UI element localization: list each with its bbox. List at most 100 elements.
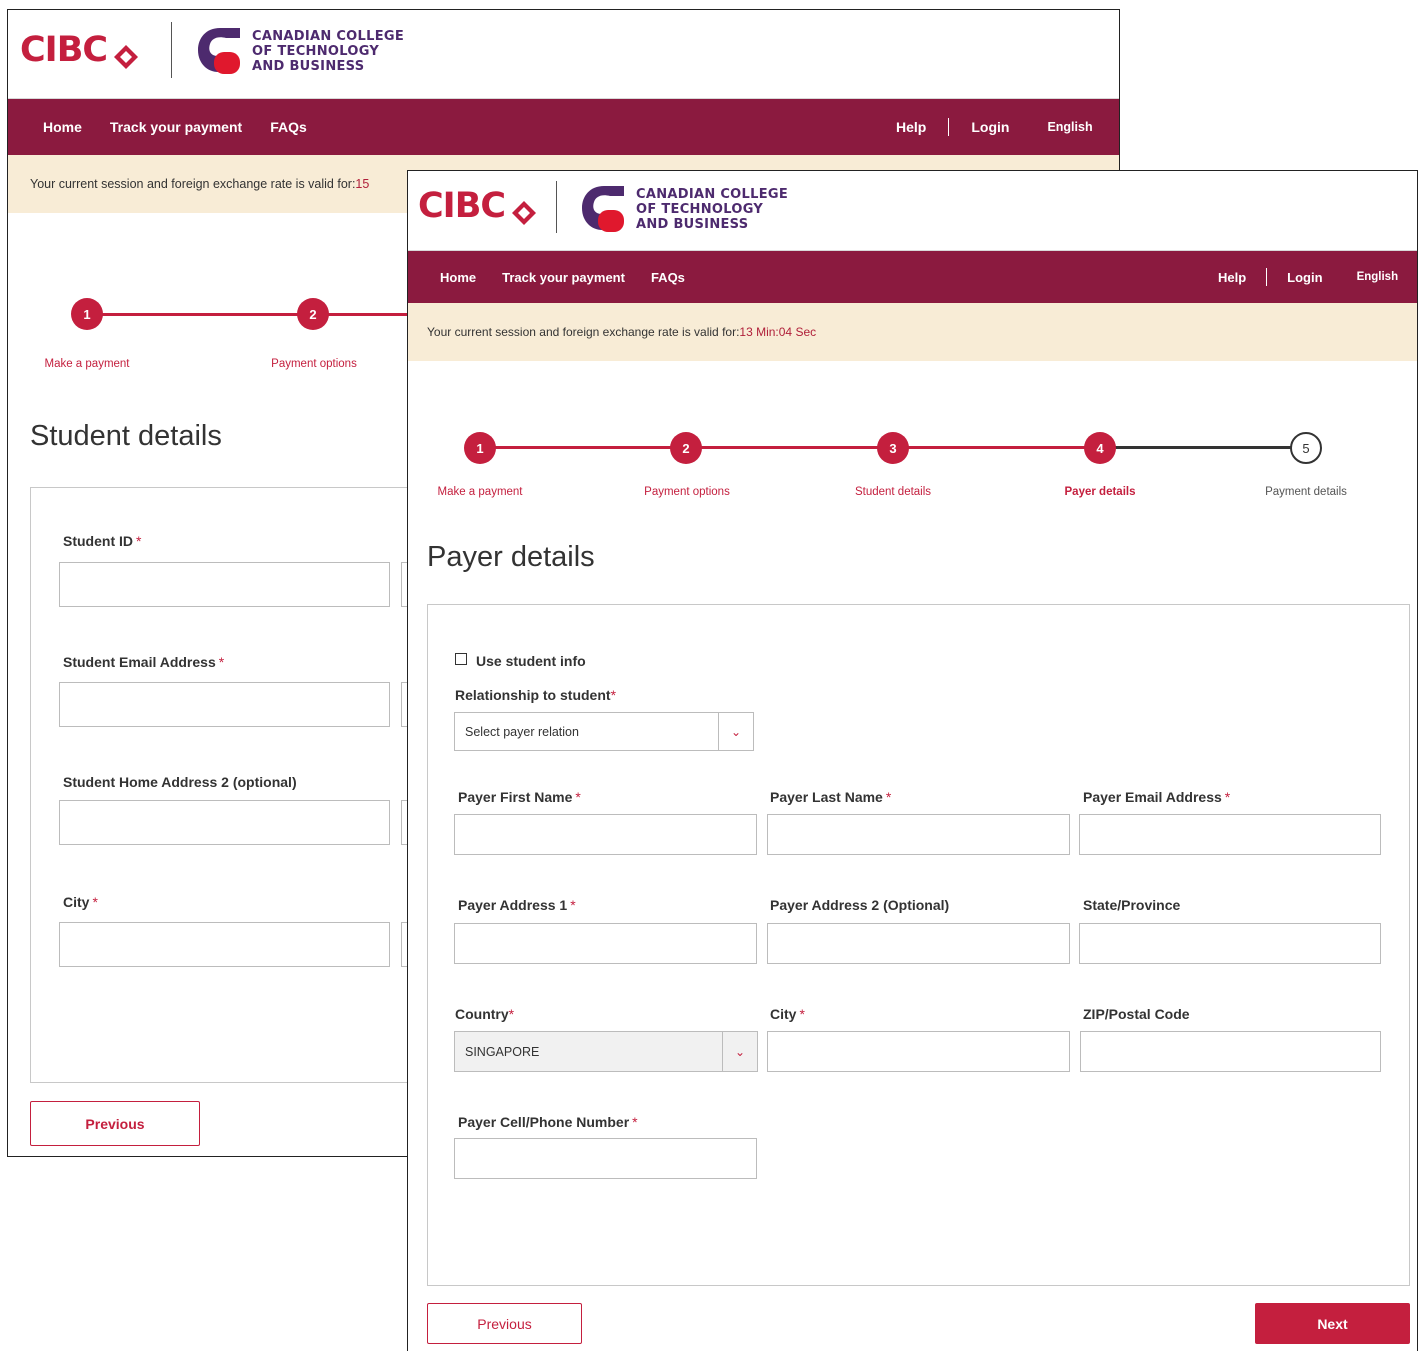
- chevron-down-icon: ⌄: [722, 1032, 757, 1071]
- step-2-circle: 2: [670, 432, 702, 464]
- next-button[interactable]: Next: [1255, 1303, 1410, 1344]
- student-id-label: Student ID *: [63, 533, 142, 549]
- cibc-logo-text: CIBC: [418, 186, 506, 226]
- zip-label: ZIP/Postal Code: [1083, 1006, 1190, 1022]
- session-timer: 15: [355, 177, 370, 191]
- country-select[interactable]: SINGAPORE ⌄: [454, 1031, 758, 1072]
- use-student-info-label[interactable]: Use student info: [476, 653, 586, 669]
- email-input[interactable]: [1079, 814, 1381, 855]
- first-name-input[interactable]: [454, 814, 757, 855]
- college-mark-icon: [580, 184, 626, 234]
- step-1-circle: 1: [71, 298, 103, 330]
- step-2-label: Payment options: [271, 358, 357, 370]
- last-name-label: Payer Last Name *: [770, 789, 892, 805]
- phone-label: Payer Cell/Phone Number *: [458, 1114, 638, 1130]
- state-label: State/Province: [1083, 897, 1181, 913]
- first-name-label: Payer First Name *: [458, 789, 581, 805]
- cibc-diamond-icon: [511, 195, 537, 225]
- nav-home[interactable]: Home: [43, 119, 82, 135]
- session-text: Your current session and foreign exchang…: [30, 177, 356, 191]
- city-label: City *: [770, 1006, 805, 1022]
- step-connector-complete: [480, 446, 1101, 449]
- step-1-circle: 1: [464, 432, 496, 464]
- address1-input[interactable]: [454, 923, 757, 964]
- main-nav: Home Track your payment FAQs Help Login …: [408, 251, 1417, 303]
- step-3-label: Student details: [854, 486, 932, 498]
- relationship-select[interactable]: Select payer relation ⌄: [454, 712, 754, 751]
- nav-help[interactable]: Help: [1218, 270, 1246, 285]
- city-input[interactable]: [767, 1031, 1070, 1072]
- nav-track-payment[interactable]: Track your payment: [110, 119, 242, 135]
- nav-home[interactable]: Home: [440, 270, 476, 285]
- step-2-circle: 2: [297, 298, 329, 330]
- step-5-label: Payment details: [1265, 486, 1347, 498]
- nav-faqs[interactable]: FAQs: [270, 119, 307, 135]
- zip-input[interactable]: [1080, 1031, 1381, 1072]
- payer-details-window: CIBC CANADIAN COLLEGE OF TECHNOLOGY AND …: [407, 170, 1418, 1351]
- nav-separator: [948, 118, 950, 136]
- college-name-line3: AND BUSINESS: [252, 58, 365, 74]
- step-1-label: Make a payment: [437, 486, 523, 498]
- step-4-circle: 4: [1084, 432, 1116, 464]
- step-connector: [88, 313, 418, 316]
- college-logo[interactable]: CANADIAN COLLEGE OF TECHNOLOGY AND BUSIN…: [196, 26, 404, 76]
- page-title: Payer details: [427, 541, 595, 573]
- college-name-line2: OF TECHNOLOGY: [636, 201, 764, 217]
- chevron-down-icon: ⌄: [718, 713, 753, 750]
- college-name: CANADIAN COLLEGE OF TECHNOLOGY AND BUSIN…: [252, 29, 404, 74]
- country-label: Country*: [455, 1006, 515, 1022]
- site-header: CIBC CANADIAN COLLEGE OF TECHNOLOGY AND …: [408, 171, 1417, 251]
- college-name-line3: AND BUSINESS: [636, 216, 749, 232]
- email-label: Payer Email Address *: [1083, 789, 1231, 805]
- logo-divider: [171, 22, 172, 78]
- logo-divider: [556, 181, 557, 233]
- step-2-label: Payment options: [644, 486, 730, 498]
- cibc-logo[interactable]: CIBC: [418, 186, 537, 226]
- last-name-input[interactable]: [767, 814, 1070, 855]
- relationship-label: Relationship to student*: [455, 687, 617, 703]
- session-timer: 13 Min:04 Sec: [739, 325, 817, 339]
- previous-button[interactable]: Previous: [427, 1303, 582, 1344]
- city-input[interactable]: [59, 922, 390, 967]
- nav-login[interactable]: Login: [971, 119, 1009, 135]
- student-id-input[interactable]: [59, 562, 390, 607]
- step-4-label: Payer details: [1064, 486, 1136, 498]
- nav-separator: [1266, 268, 1268, 286]
- use-student-info-checkbox[interactable]: [455, 653, 467, 665]
- nav-faqs[interactable]: FAQs: [651, 270, 685, 285]
- page-title: Student details: [30, 420, 222, 452]
- home-address-2-label: Student Home Address 2 (optional): [63, 774, 297, 790]
- session-text: Your current session and foreign exchang…: [427, 325, 740, 339]
- language-toggle[interactable]: English: [1047, 120, 1092, 134]
- address1-label: Payer Address 1 *: [458, 897, 576, 913]
- country-value: SINGAPORE: [465, 1044, 540, 1059]
- previous-button[interactable]: Previous: [30, 1101, 200, 1146]
- college-name-line2: OF TECHNOLOGY: [252, 43, 380, 59]
- step-5-circle: 5: [1290, 432, 1322, 464]
- payer-form: Use student info Relationship to student…: [427, 604, 1410, 1286]
- home-address-2-input[interactable]: [59, 800, 390, 845]
- address2-label: Payer Address 2 (Optional): [770, 897, 950, 913]
- nav-login[interactable]: Login: [1287, 270, 1322, 285]
- college-logo[interactable]: CANADIAN COLLEGE OF TECHNOLOGY AND BUSIN…: [580, 184, 788, 234]
- language-toggle[interactable]: English: [1357, 271, 1399, 283]
- college-name: CANADIAN COLLEGE OF TECHNOLOGY AND BUSIN…: [636, 187, 788, 232]
- nav-track-payment[interactable]: Track your payment: [502, 270, 625, 285]
- college-name-line1: CANADIAN COLLEGE: [636, 186, 789, 202]
- state-input[interactable]: [1079, 923, 1381, 964]
- nav-help[interactable]: Help: [896, 119, 926, 135]
- city-label: City *: [63, 894, 98, 910]
- relationship-placeholder: Select payer relation: [465, 724, 579, 739]
- session-banner: Your current session and foreign exchang…: [408, 303, 1417, 361]
- phone-input[interactable]: [454, 1138, 757, 1179]
- student-email-input[interactable]: [59, 682, 390, 727]
- step-connector-pending: [1101, 446, 1306, 449]
- main-nav: Home Track your payment FAQs Help Login …: [8, 99, 1119, 155]
- college-mark-icon: [196, 26, 242, 76]
- step-3-circle: 3: [877, 432, 909, 464]
- address2-input[interactable]: [767, 923, 1070, 964]
- cibc-logo[interactable]: CIBC: [20, 30, 139, 70]
- college-name-line1: CANADIAN COLLEGE: [252, 28, 405, 44]
- cibc-logo-text: CIBC: [20, 30, 108, 70]
- cibc-diamond-icon: [113, 39, 139, 69]
